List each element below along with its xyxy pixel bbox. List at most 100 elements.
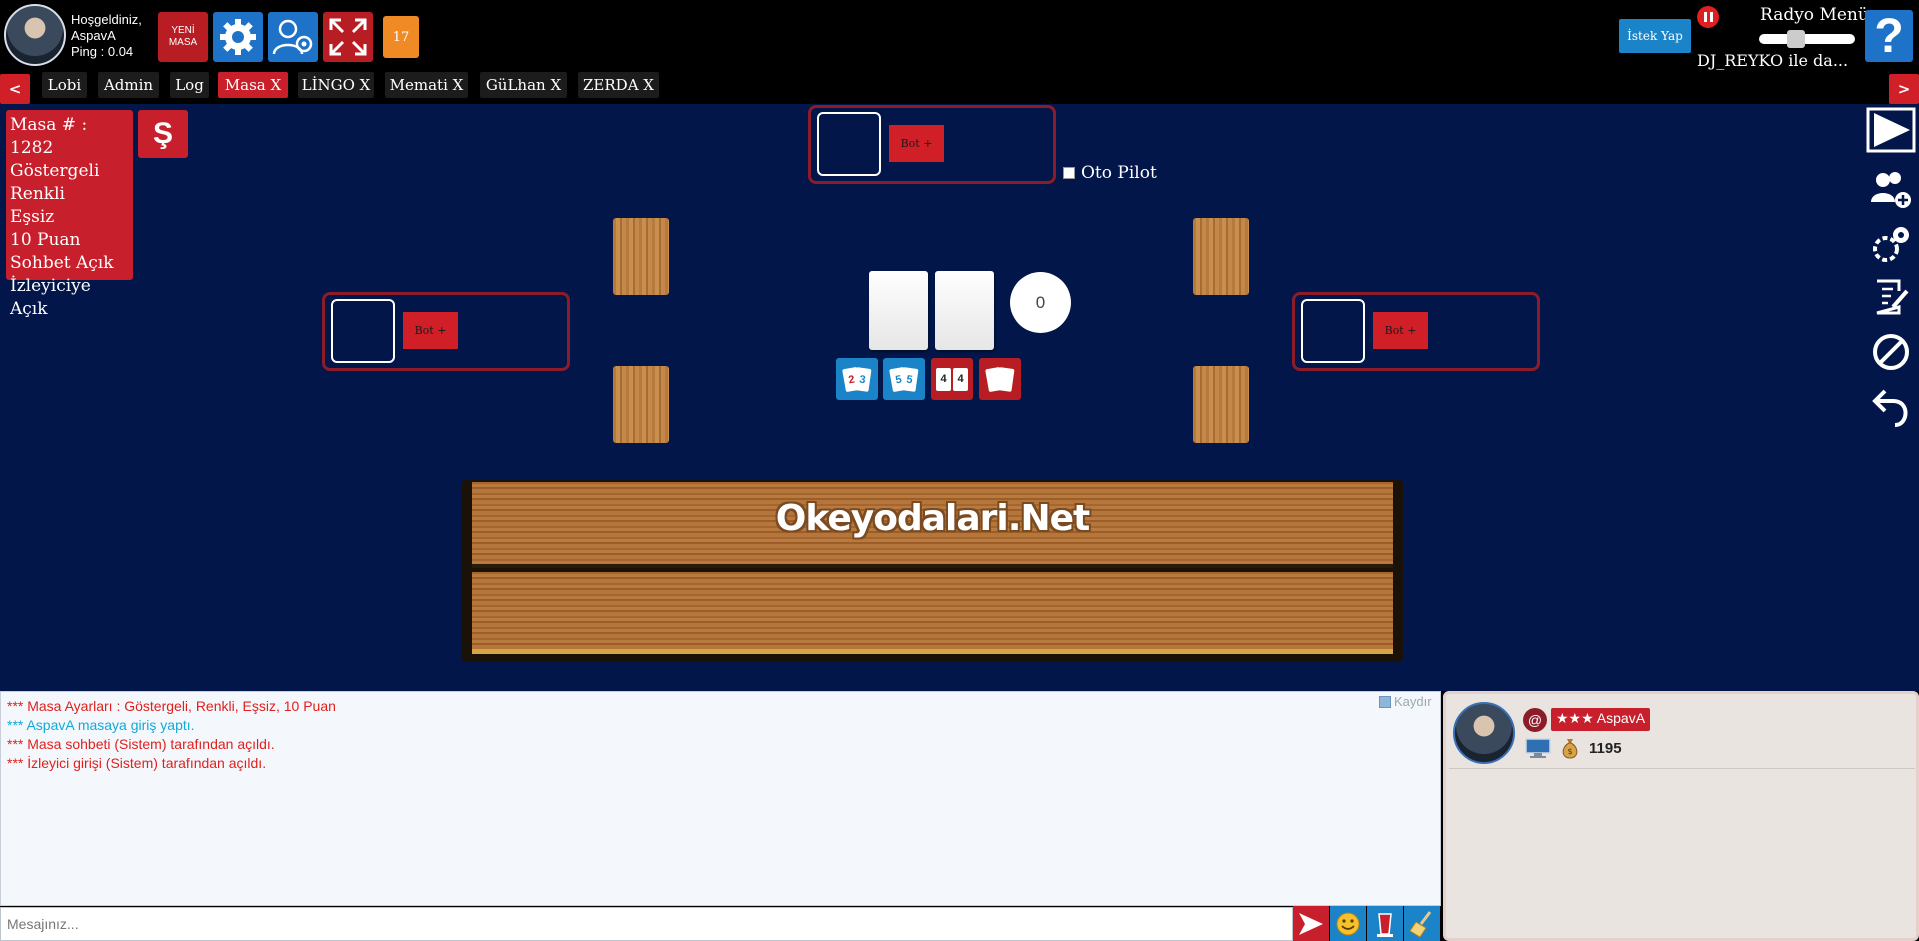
- autoscroll-checkbox[interactable]: [1379, 695, 1391, 708]
- start-game-button[interactable]: [1866, 107, 1916, 153]
- money-bag-icon: $: [1562, 739, 1578, 759]
- autopilot-checkbox[interactable]: [1063, 167, 1075, 179]
- seat-left: Bot +: [322, 292, 570, 371]
- now-playing-text: DJ_REYKO ile da...: [1697, 51, 1849, 70]
- lira-button[interactable]: Ş: [138, 110, 188, 158]
- pause-icon[interactable]: [1697, 6, 1719, 28]
- avatar[interactable]: [1453, 702, 1515, 764]
- send-button[interactable]: [1293, 906, 1329, 941]
- card-face: 5: [900, 366, 919, 392]
- seat-top: Bot +: [808, 105, 1056, 184]
- indicator-tile: [869, 271, 928, 350]
- table-rule-indicator: Göstergeli: [10, 161, 100, 181]
- chat-log[interactable]: *** Masa Ayarları : Göstergeli, Renkli, …: [0, 691, 1441, 906]
- blank-card-icon: [996, 366, 1015, 392]
- tab-log[interactable]: Log: [170, 72, 209, 98]
- table-number: Masa # : 1282: [10, 115, 88, 158]
- autoscroll-toggle[interactable]: Kaydır: [1379, 694, 1432, 709]
- reset-sort-button[interactable]: [979, 358, 1021, 400]
- play-icon: [1866, 107, 1916, 153]
- tab-zerda[interactable]: ZERDA X: [578, 72, 659, 98]
- welcome-block: Hoşgeldiniz, AspavA Ping : 0.04: [71, 12, 142, 60]
- gear-icon: [220, 19, 256, 55]
- seat-avatar: [331, 299, 395, 363]
- discard-pile-bottom-left[interactable]: [613, 366, 669, 443]
- notification-count-badge[interactable]: 17: [383, 16, 419, 58]
- player-stars: ★★★: [1556, 710, 1594, 726]
- username-text: AspavA: [71, 28, 116, 43]
- song-request-button[interactable]: İstek Yap: [1619, 19, 1691, 53]
- message-input[interactable]: [0, 907, 1293, 941]
- tab-table[interactable]: Masa X: [218, 72, 288, 98]
- player-chips: 1195: [1589, 740, 1622, 757]
- ping-text: Ping : 0.04: [71, 44, 134, 59]
- sort-by-series-button[interactable]: 5 5: [883, 358, 925, 400]
- draw-pile-tile[interactable]: [935, 271, 994, 350]
- help-button[interactable]: ?: [1865, 10, 1913, 63]
- game-settings-button[interactable]: [1866, 221, 1916, 267]
- player-row[interactable]: @ ★★★ AspavA $ 1195: [1449, 697, 1915, 769]
- mention-icon[interactable]: @: [1523, 708, 1547, 732]
- table-chat-status: Sohbet Açık: [10, 253, 114, 273]
- table-spectator-status: İzleyiciye Açık: [10, 276, 91, 319]
- tabs-next-button[interactable]: >: [1889, 74, 1919, 104]
- top-bar: Hoşgeldiniz, AspavA Ping : 0.04 YENİ MAS…: [0, 0, 1919, 72]
- add-bot-button[interactable]: Bot +: [889, 125, 944, 162]
- volume-slider[interactable]: [1759, 34, 1855, 44]
- invite-users-button[interactable]: [1866, 166, 1916, 212]
- expand-icon: [329, 18, 367, 56]
- autoscroll-label: Kaydır: [1394, 694, 1432, 709]
- smiley-icon: [1336, 912, 1360, 935]
- clear-chat-button[interactable]: [1404, 906, 1440, 941]
- table-rule-points: 10 Puan: [10, 230, 81, 250]
- table-rule-unique: Eşsiz: [10, 207, 55, 227]
- new-table-label-2: MASA: [168, 37, 198, 48]
- table-rule-colored: Renkli: [10, 184, 65, 204]
- leave-table-button[interactable]: [1866, 385, 1916, 431]
- tab-lingo[interactable]: LİNGO X: [298, 72, 374, 98]
- sort-by-pairs-button[interactable]: 4 4: [931, 358, 973, 400]
- sort-by-color-button[interactable]: 2 3: [836, 358, 878, 400]
- user-avatar[interactable]: [4, 4, 66, 66]
- tab-admin[interactable]: Admin: [98, 72, 159, 98]
- card-face: 4: [953, 367, 968, 391]
- discard-pile-top-left[interactable]: [613, 218, 669, 295]
- tab-lobby[interactable]: Lobi: [42, 72, 87, 98]
- broom-icon: [1409, 910, 1432, 938]
- welcome-text: Hoşgeldiniz,: [71, 12, 142, 27]
- new-table-button[interactable]: YENİ MASA: [158, 12, 208, 62]
- seat-right: Bot +: [1292, 292, 1540, 371]
- add-bot-button[interactable]: Bot +: [403, 312, 458, 349]
- add-bot-button[interactable]: Bot +: [1373, 312, 1428, 349]
- tabs-prev-button[interactable]: <: [0, 74, 30, 104]
- add-users-icon: [1871, 172, 1911, 208]
- discard-pile-top-right[interactable]: [1193, 218, 1249, 295]
- table-info-panel: Masa # : 1282 Göstergeli Renkli Eşsiz 10…: [6, 110, 133, 319]
- tab-memati[interactable]: Memati X: [385, 72, 468, 98]
- svg-text:$: $: [1567, 747, 1572, 756]
- volume-slider-handle[interactable]: [1787, 30, 1805, 48]
- card-face: 4: [936, 367, 951, 391]
- fullscreen-button[interactable]: [323, 12, 373, 62]
- notes-button[interactable]: [1866, 274, 1916, 320]
- seat-avatar: [817, 112, 881, 176]
- chat-line: *** Masa sohbeti (Sistem) tarafından açı…: [7, 736, 275, 752]
- player-rack[interactable]: Okeyodalari.Net: [462, 480, 1403, 662]
- user-settings-button[interactable]: [268, 12, 318, 62]
- edit-document-icon: [1876, 279, 1909, 315]
- computer-icon: [1525, 738, 1551, 758]
- tea-glass-icon: [1377, 912, 1393, 937]
- settings-button[interactable]: [213, 12, 263, 62]
- undo-icon: [1872, 389, 1908, 427]
- rack-bottom-row[interactable]: [472, 572, 1393, 654]
- tea-button[interactable]: [1367, 906, 1403, 941]
- radio-menu-title[interactable]: Radyo Menü: [1760, 5, 1869, 25]
- discard-pile-bottom-right[interactable]: [1193, 366, 1249, 443]
- chat-line: *** Masa Ayarları : Göstergeli, Renkli, …: [7, 698, 336, 714]
- block-button[interactable]: [1866, 329, 1916, 375]
- autopilot-toggle[interactable]: Oto Pilot: [1063, 163, 1157, 183]
- emoji-button[interactable]: [1330, 906, 1366, 941]
- tab-gulhan[interactable]: GüLhan X: [480, 72, 567, 98]
- autopilot-label: Oto Pilot: [1081, 163, 1157, 183]
- player-name-badge[interactable]: ★★★ AspavA: [1551, 708, 1651, 731]
